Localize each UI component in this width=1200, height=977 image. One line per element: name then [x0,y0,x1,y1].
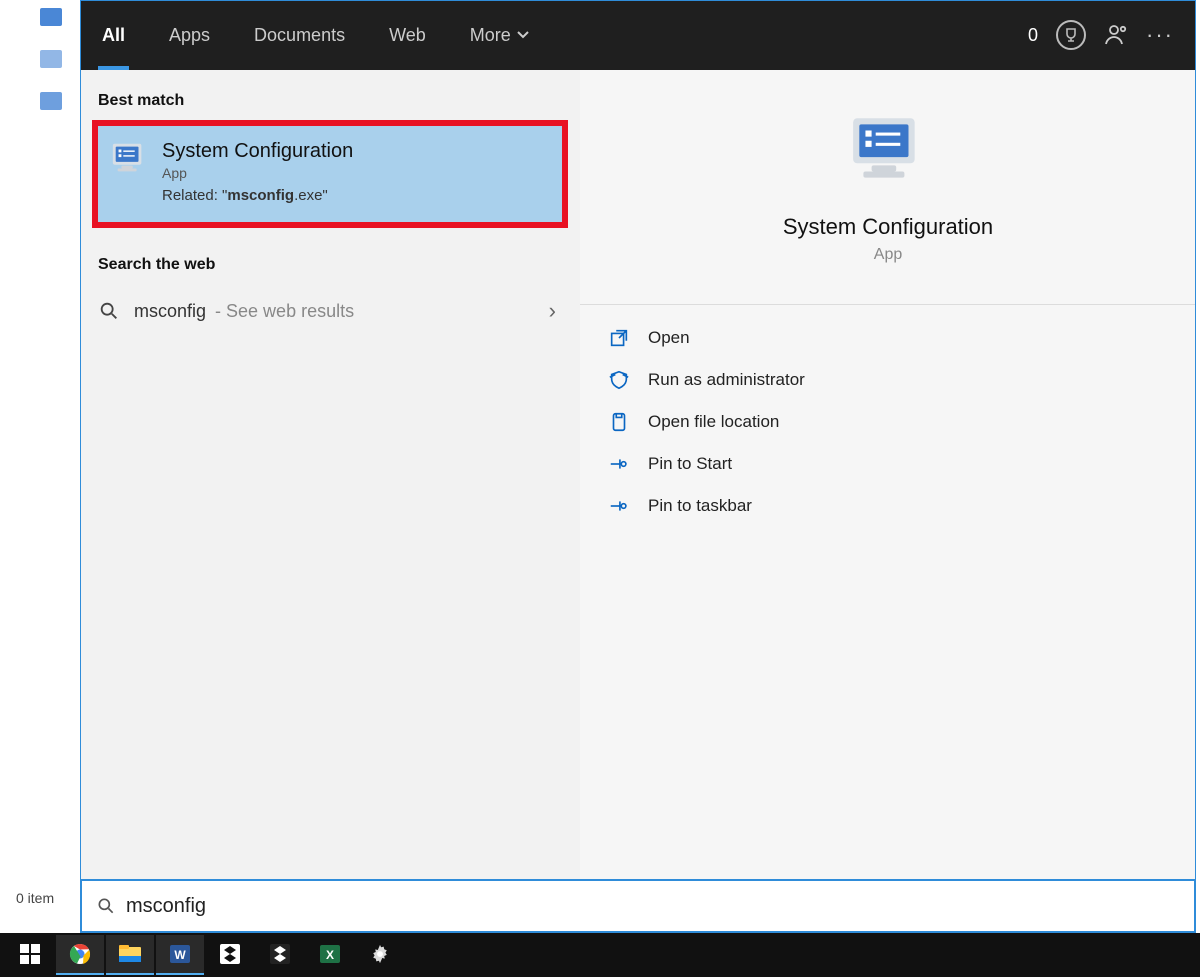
best-match-result[interactable]: System Configuration App Related: "mscon… [92,120,568,228]
taskbar-settings[interactable] [356,935,404,975]
taskbar-word[interactable]: W [156,935,204,975]
shield-icon [608,369,630,391]
preview-header: System Configuration App [580,70,1196,288]
rewards-count: 0 [1028,25,1038,46]
action-open-label: Open [648,328,690,348]
search-web-header: Search the web [80,246,580,284]
action-open[interactable]: Open [580,317,1196,359]
action-open-location[interactable]: Open file location [580,401,1196,443]
tab-documents[interactable]: Documents [232,0,367,70]
related-prefix: Related: " [162,187,227,204]
related-tail: .exe" [294,187,328,204]
tab-more[interactable]: More [448,0,551,70]
best-match-text: System Configuration App Related: "mscon… [162,140,353,204]
tab-apps[interactable]: Apps [147,0,232,70]
tab-all[interactable]: All [80,0,147,70]
chevron-right-icon: › [549,298,562,324]
chevron-down-icon [517,30,529,40]
tab-web[interactable]: Web [367,0,448,70]
search-icon [98,300,120,322]
account-icon[interactable] [1104,23,1128,47]
action-run-admin[interactable]: Run as administrator [580,359,1196,401]
taskbar-excel[interactable]: X [306,935,354,975]
preview-title: System Configuration [783,214,993,240]
rewards-badge-icon[interactable] [1056,20,1086,50]
search-input-row [80,879,1196,933]
topbar-right: 0 ··· [1028,20,1196,50]
action-pin-taskbar[interactable]: Pin to taskbar [580,485,1196,527]
more-options-icon[interactable]: ··· [1146,22,1174,48]
start-search-panel: All Apps Documents Web More 0 [80,0,1196,933]
action-run-admin-label: Run as administrator [648,370,805,390]
taskbar: W X [0,933,1200,977]
preview-actions: Open Run as administrator Open file loca… [580,305,1196,527]
search-input[interactable] [126,895,1180,918]
best-match-title: System Configuration [162,140,353,163]
desktop: 0 item All Apps Documents Web More 0 [0,0,1200,977]
taskbar-unity[interactable] [256,935,304,975]
svg-text:W: W [174,948,186,962]
preview-app-icon [847,110,929,192]
best-match-subtitle: App [162,165,353,181]
search-scope-bar: All Apps Documents Web More 0 [80,0,1196,70]
web-result-text: msconfig - See web results [134,301,354,322]
action-pin-start[interactable]: Pin to Start [580,443,1196,485]
explorer-status-text: 0 item [16,890,54,906]
search-body: Best match [80,70,1196,879]
taskbar-file-explorer[interactable] [106,935,154,975]
open-icon [608,327,630,349]
web-result-row[interactable]: msconfig - See web results › [80,284,580,338]
results-list: Best match [80,70,580,879]
action-open-location-label: Open file location [648,412,779,432]
svg-text:X: X [326,948,334,962]
web-suffix: - See web results [210,301,354,321]
search-icon [96,896,116,916]
start-button[interactable] [6,935,54,975]
preview-kind: App [874,246,902,264]
background-explorer-icons [40,8,62,110]
taskbar-chrome[interactable] [56,935,104,975]
scope-tabs: All Apps Documents Web More [80,0,551,70]
msconfig-icon [110,140,148,178]
bg-icon [40,8,62,26]
tab-more-label: More [470,25,511,46]
bg-icon [40,92,62,110]
bg-icon [40,50,62,68]
folder-icon [608,411,630,433]
related-bold: msconfig [227,187,294,204]
pin-icon [608,495,630,517]
action-pin-taskbar-label: Pin to taskbar [648,496,752,516]
best-match-header: Best match [80,82,580,120]
best-match-related: Related: "msconfig.exe" [162,187,353,204]
taskbar-unity-hub[interactable] [206,935,254,975]
web-query: msconfig [134,301,206,321]
result-preview-pane: System Configuration App Open [580,70,1196,879]
action-pin-start-label: Pin to Start [648,454,732,474]
pin-icon [608,453,630,475]
